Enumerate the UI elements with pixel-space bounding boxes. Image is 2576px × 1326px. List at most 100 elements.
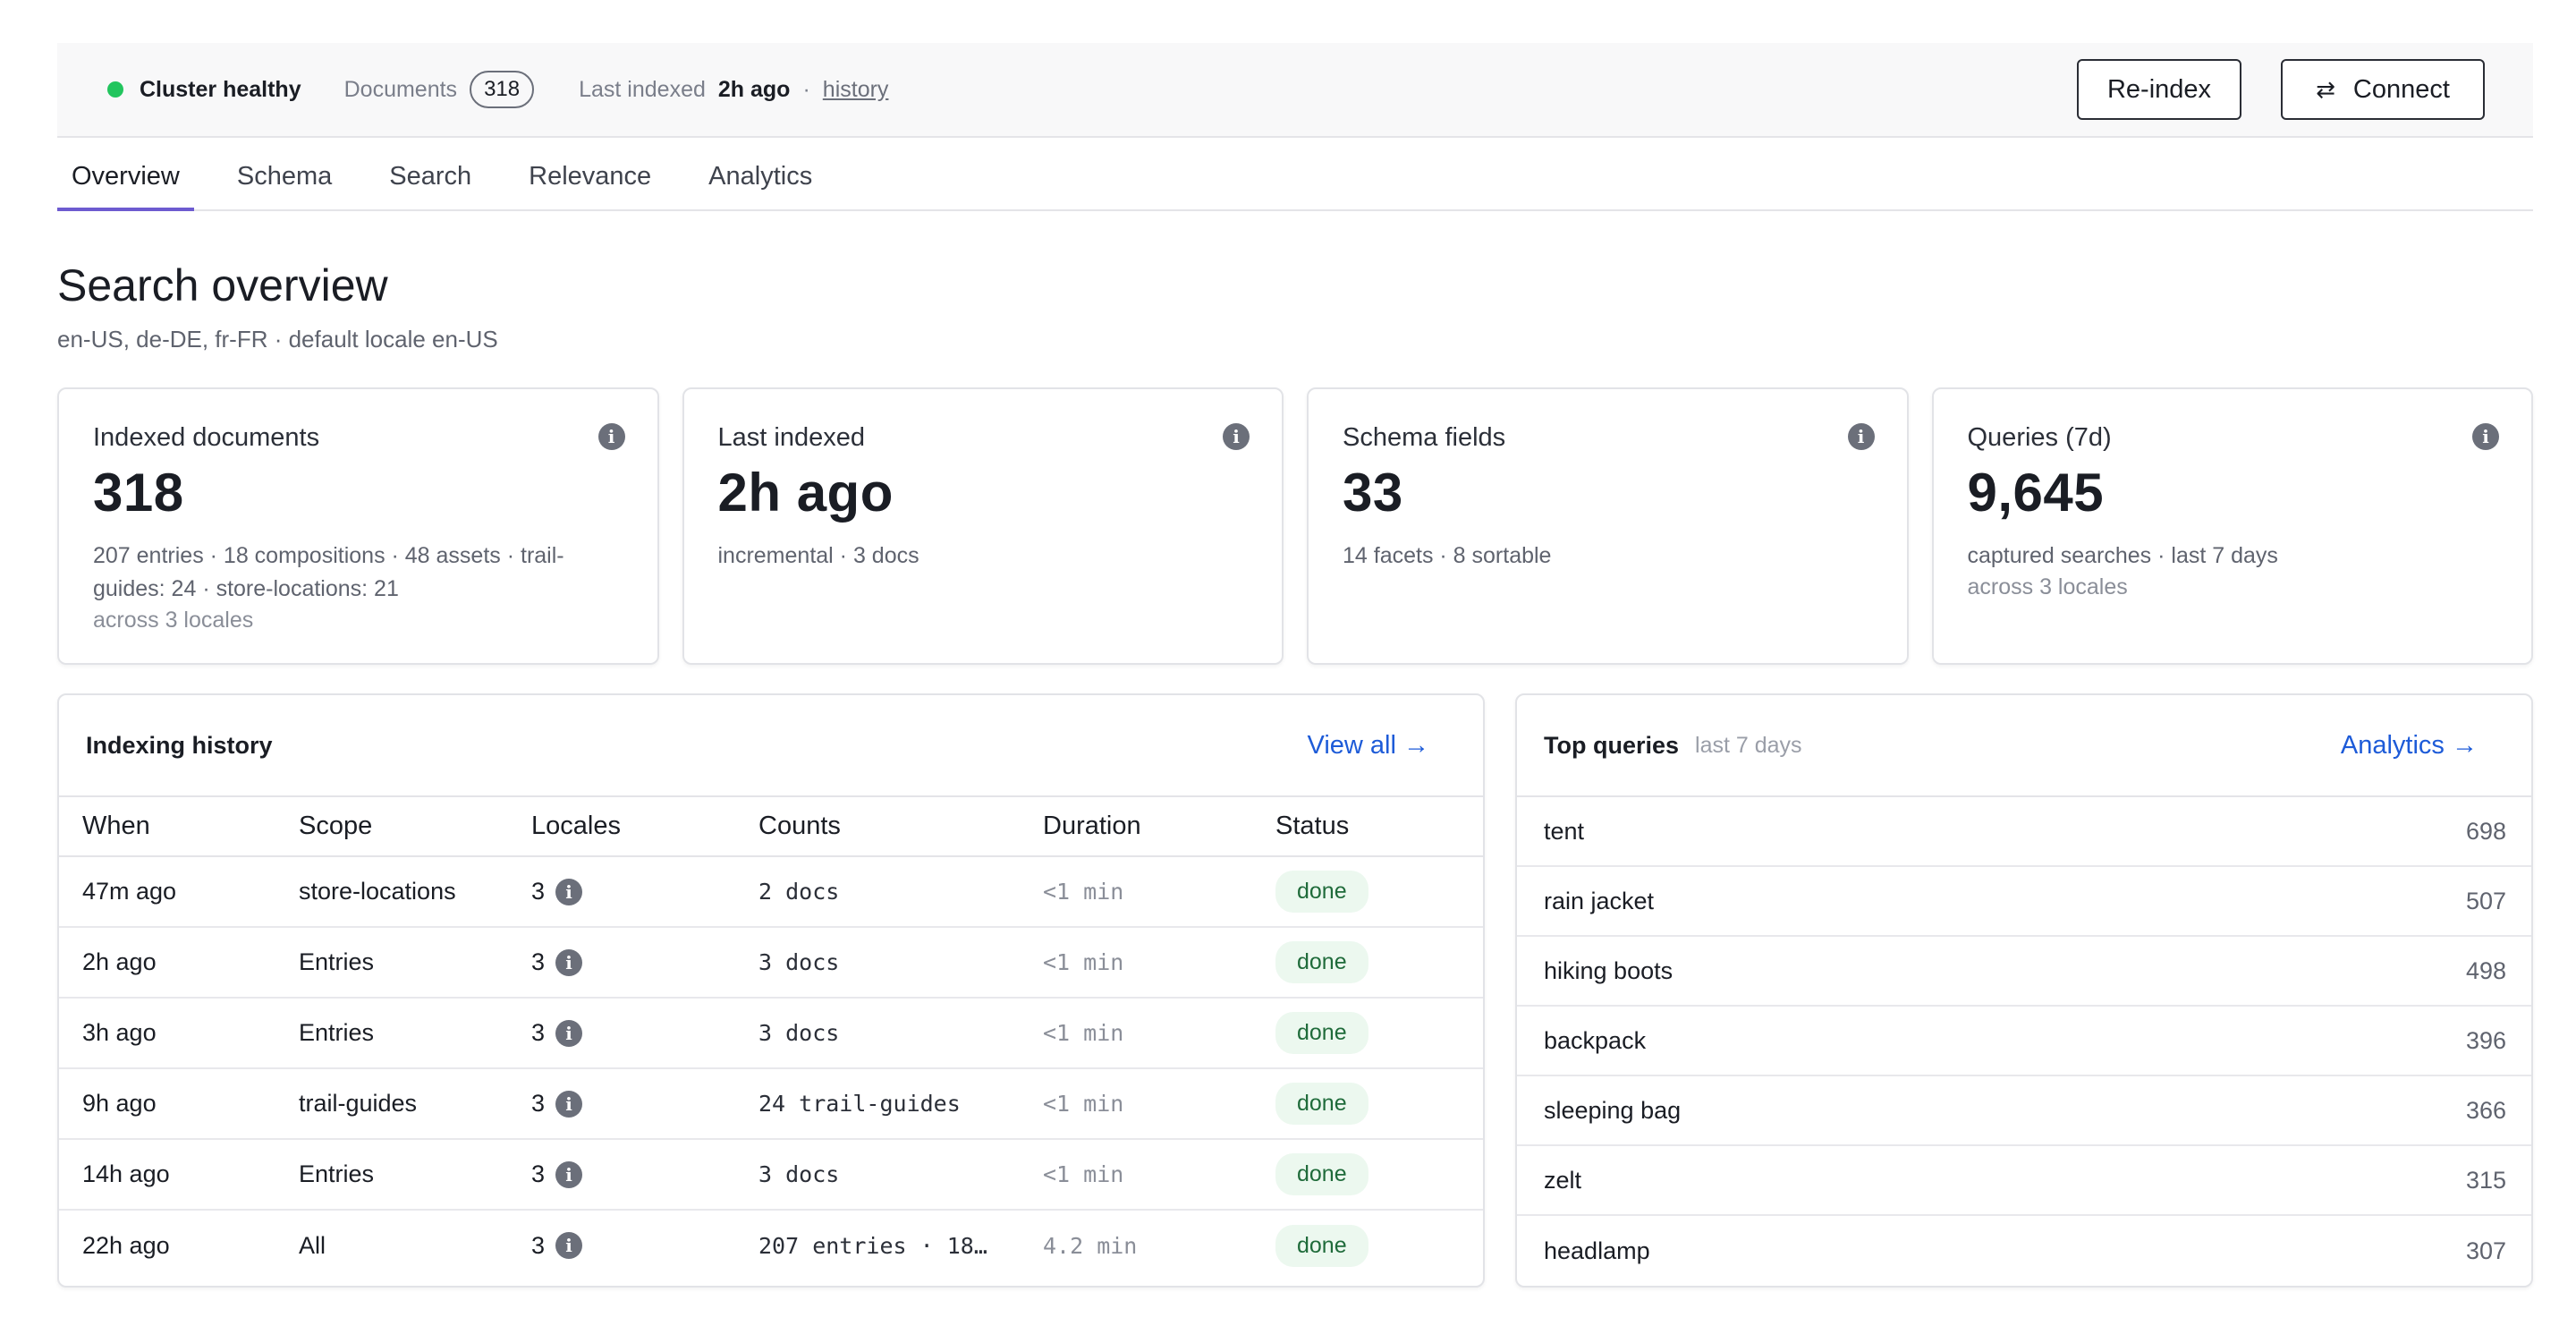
panel-hint: last 7 days (1695, 732, 1802, 758)
info-icon[interactable]: i (555, 948, 583, 976)
cell-duration: <1 min (1020, 927, 1252, 999)
analytics-link[interactable]: Analytics → (2341, 731, 2478, 761)
info-icon[interactable]: i (1223, 423, 1250, 450)
status-badge: done (1275, 1153, 1368, 1195)
card-value: 9,645 (1967, 463, 2105, 523)
card-label: Last indexed (717, 423, 865, 452)
card-value: 2h ago (717, 463, 894, 523)
table-row: 47m ago store-locations 3i 2 docs <1 min… (59, 856, 1483, 928)
cell-locales: 3i (508, 1068, 735, 1140)
card-detail: 207 entries · 18 compositions · 48 asset… (93, 543, 564, 601)
card-value: 33 (1343, 463, 1403, 523)
locales-count: 3 (531, 1019, 546, 1046)
info-icon[interactable]: i (555, 1160, 583, 1188)
cell-scope: Entries (275, 927, 508, 999)
health-status-icon (107, 81, 123, 98)
cell-locales: 3i (508, 1210, 735, 1280)
card-value: 318 (93, 463, 184, 523)
last-indexed-label: Last indexed (579, 76, 706, 102)
info-icon[interactable]: i (2472, 423, 2499, 450)
info-icon[interactable]: i (555, 1090, 583, 1118)
table-row: 14h ago Entries 3i 3 docs <1 min done (59, 1139, 1483, 1211)
history-link[interactable]: history (823, 77, 889, 103)
status-bar: Cluster healthy Documents 318 Last index… (57, 43, 2533, 138)
page: Cluster healthy Documents 318 Last index… (0, 0, 2576, 1326)
tab-overview[interactable]: Overview (57, 162, 194, 211)
list-item[interactable]: hiking boots 498 (1517, 937, 2531, 1007)
list-item[interactable]: sleeping bag 366 (1517, 1076, 2531, 1146)
cell-duration: <1 min (1020, 998, 1252, 1069)
connect-button-label: Connect (2352, 74, 2450, 104)
tab-search[interactable]: Search (375, 162, 486, 209)
cell-duration: <1 min (1020, 1139, 1252, 1211)
tab-schema[interactable]: Schema (223, 162, 346, 209)
query-text: sleeping bag (1544, 1096, 1682, 1124)
cell-when: 9h ago (59, 1068, 275, 1140)
info-icon[interactable]: i (597, 423, 625, 450)
list-item[interactable]: backpack 396 (1517, 1007, 2531, 1076)
list-item[interactable]: tent 698 (1517, 797, 2531, 867)
cell-status: done (1252, 1139, 1483, 1211)
cell-scope: Entries (275, 998, 508, 1069)
documents-label: Documents (343, 76, 458, 102)
cell-status: done (1252, 1068, 1483, 1140)
card-note: across 3 locales (93, 608, 254, 633)
panel-title: Indexing history (86, 731, 273, 759)
status-separator: · (802, 76, 810, 102)
column-header-locales: Locales (508, 797, 735, 857)
cell-scope: Entries (275, 1139, 508, 1211)
status-badge: done (1275, 1083, 1368, 1125)
locales-count: 3 (531, 1090, 546, 1117)
info-icon[interactable]: i (1847, 423, 1875, 450)
card-indexed-documents: Indexed documents 318 207 entries · 18 c… (57, 387, 659, 665)
query-count: 315 (2465, 1166, 2506, 1194)
list-item[interactable]: headlamp 307 (1517, 1216, 2531, 1286)
card-label: Schema fields (1343, 423, 1506, 452)
cell-status: done (1252, 1210, 1483, 1280)
table-row: 2h ago Entries 3i 3 docs <1 min done (59, 927, 1483, 999)
cell-duration: 4.2 min (1043, 1232, 1138, 1259)
cell-counts: 207 entries · 18… (735, 1210, 1020, 1280)
cell-when: 47m ago (59, 856, 275, 928)
column-header-duration: Duration (1020, 797, 1252, 857)
tab-relevance[interactable]: Relevance (514, 162, 665, 209)
info-icon[interactable]: i (555, 878, 583, 905)
card-label: Queries (7d) (1967, 423, 2112, 452)
bottom-panels: Indexing history View all → When Scope L… (57, 693, 2533, 1288)
query-text: zelt (1544, 1166, 1582, 1194)
cell-locales: 3i (508, 1139, 735, 1211)
indexing-history-panel: Indexing history View all → When Scope L… (57, 693, 1485, 1288)
cell-status: done (1252, 998, 1483, 1069)
card-note: across 3 locales (1967, 574, 2128, 599)
view-all-link[interactable]: View all → (1308, 731, 1429, 761)
card-queries-7d: Queries (7d) 9,645 captured searches · l… (1931, 387, 2533, 665)
cell-counts: 2 docs (735, 856, 1020, 928)
indexing-history-table: When Scope Locales Counts Duration Statu… (59, 797, 1483, 1280)
list-item[interactable]: zelt 315 (1517, 1146, 2531, 1216)
cell-counts: 3 docs (735, 927, 1020, 999)
cell-status: done (1252, 856, 1483, 928)
cell-duration: <1 min (1020, 1068, 1252, 1140)
reindex-button[interactable]: Re-index (2077, 59, 2241, 120)
cell-when: 2h ago (59, 927, 275, 999)
list-item[interactable]: rain jacket 507 (1517, 867, 2531, 937)
tab-analytics[interactable]: Analytics (694, 162, 826, 209)
locales-count: 3 (531, 878, 546, 905)
panel-title: Top queries (1544, 731, 1680, 759)
column-header-status: Status (1252, 797, 1483, 857)
main-content: Cluster healthy Documents 318 Last index… (57, 43, 2533, 1288)
connect-button[interactable]: ⇄ Connect (2281, 59, 2485, 120)
card-last-indexed: Last indexed 2h ago incremental · 3 docs… (682, 387, 1284, 665)
query-text: backpack (1544, 1026, 1647, 1054)
stat-cards: Indexed documents 318 207 entries · 18 c… (57, 387, 2533, 665)
query-count: 396 (2465, 1026, 2506, 1054)
cell-counts: 3 docs (735, 1139, 1020, 1211)
locales-count: 3 (531, 948, 546, 975)
cell-scope: All (299, 1231, 326, 1259)
last-indexed-value: 2h ago (717, 76, 791, 102)
query-count: 366 (2465, 1096, 2506, 1124)
info-icon[interactable]: i (555, 1019, 583, 1047)
info-icon[interactable]: i (555, 1232, 583, 1259)
cell-duration: <1 min (1020, 856, 1252, 928)
cell-scope: trail-guides (275, 1068, 508, 1140)
